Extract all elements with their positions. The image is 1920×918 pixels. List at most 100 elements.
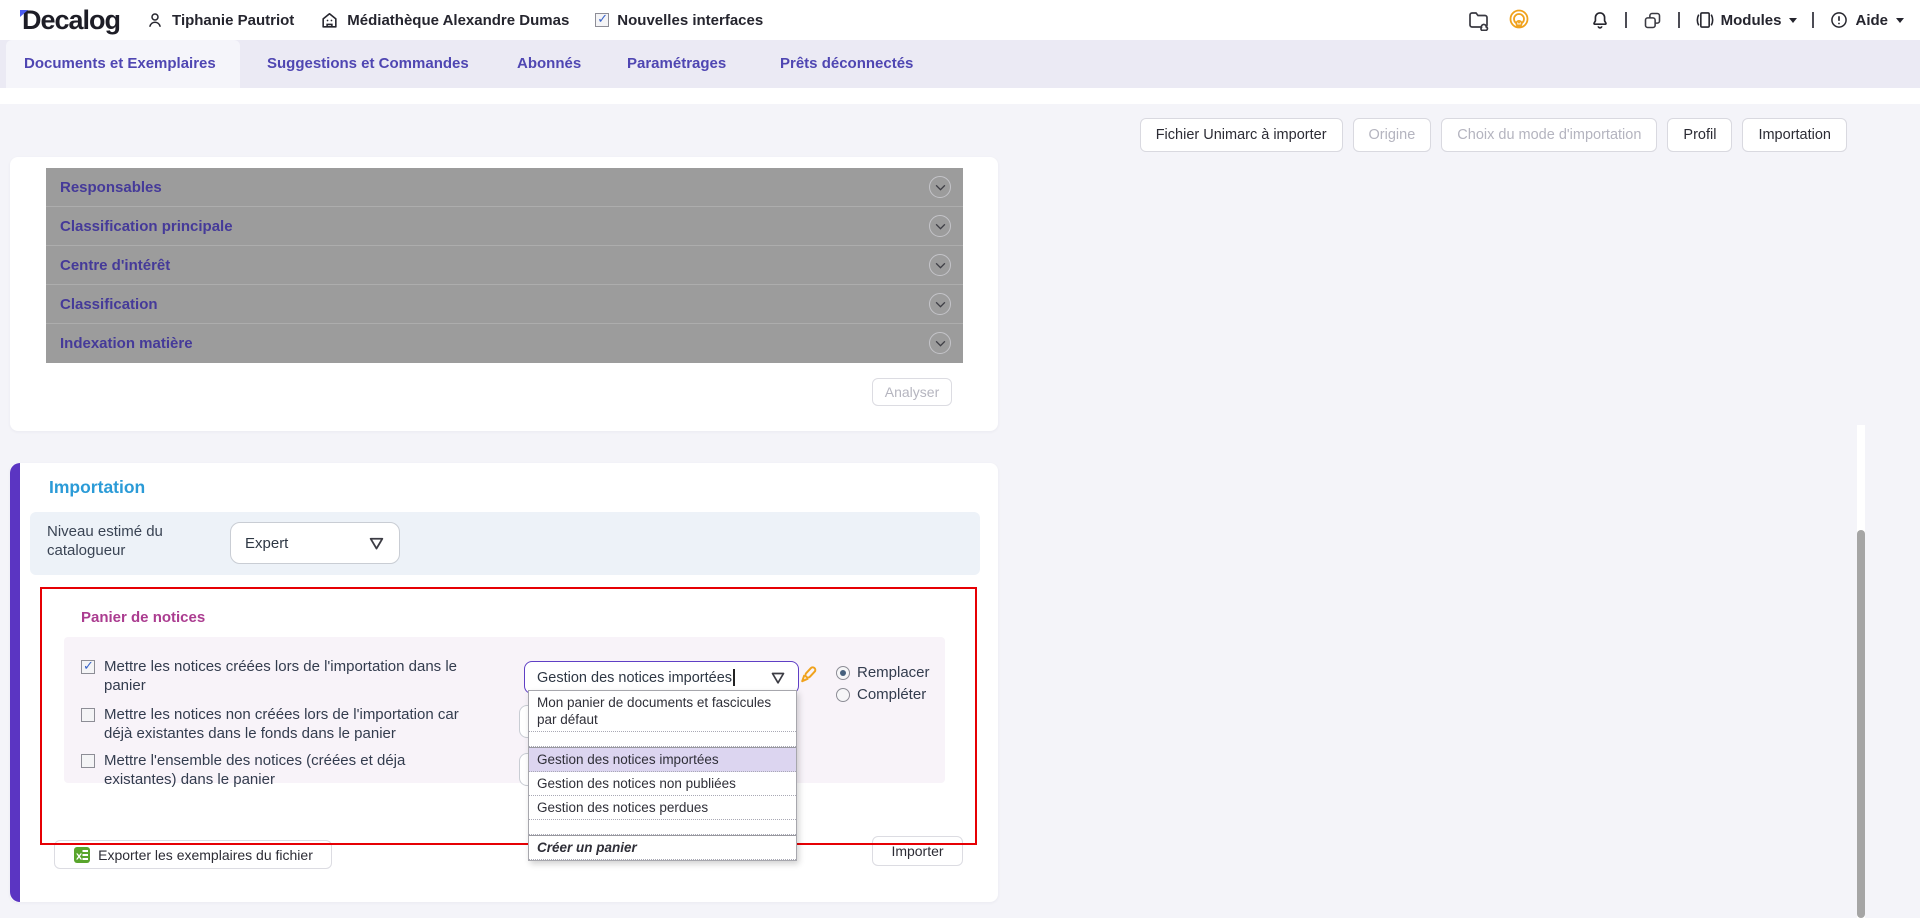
completer-radio[interactable] [836,688,850,702]
panier-dropdown-list: Mon panier de documents et fascicules pa… [528,690,797,861]
dropdown-option-gestion-non-publiees[interactable]: Gestion des notices non publiées [529,772,796,796]
separator [1625,12,1627,28]
excel-icon: x [73,846,91,864]
current-user[interactable]: Tiphanie Pautriot [146,11,294,29]
text-cursor [733,669,735,686]
modules-menu[interactable]: Modules [1695,10,1798,30]
tabbar-bottom-band [0,88,1920,104]
folder-cloud-icon[interactable] [1467,9,1491,31]
step-choix-mode-button: Choix du mode d'importation [1441,118,1657,152]
chevron-down-circle-icon[interactable] [929,215,951,237]
analyser-button: Analyser [872,378,952,406]
accordion-indexation-matiere[interactable]: Indexation matière [46,324,963,363]
cataloguer-level-value: Expert [245,535,288,552]
current-library[interactable]: Médiathèque Alexandre Dumas [320,11,569,30]
importer-button[interactable]: Importer [872,836,963,866]
edit-pencil-icon[interactable] [796,663,820,687]
remplacer-radio[interactable] [836,666,850,680]
top-bar: Decalog Tiphanie Pautriot Médiathèque Al… [0,0,1920,40]
checkbox-row-notices-creees[interactable]: Mettre les notices créées lors de l'impo… [81,658,476,695]
tab-suggestions-et-commandes[interactable]: Suggestions et Commandes [267,40,469,88]
accordion-responsables[interactable]: Responsables [46,168,963,207]
checkbox-row-notices-non-creees[interactable]: Mettre les notices non créées lors de l'… [81,706,476,743]
new-interfaces-checkbox[interactable] [595,13,609,27]
step-profil-button[interactable]: Profil [1667,118,1732,152]
importation-card: Importation Niveau estimé du catalogueur… [10,463,998,902]
triangle-down-icon [368,536,385,551]
analysis-card: Responsables Classification principale C… [10,157,998,431]
export-button-label: Exporter les exemplaires du fichier [98,847,313,863]
library-name: Médiathèque Alexandre Dumas [347,12,569,29]
dropdown-option-gestion-perdues[interactable]: Gestion des notices perdues [529,796,796,820]
link-pages-icon[interactable] [1642,10,1663,31]
accordion-centre-interet[interactable]: Centre d'intérêt [46,246,963,285]
cataloguer-level-panel: Niveau estimé du catalogueur Expert [30,512,980,575]
accordion-label: Responsables [60,179,162,196]
panier-combo-value: Gestion des notices importées [537,670,732,686]
checkbox-label: Mettre les notices créées lors de l'impo… [104,658,476,695]
tab-documents-et-exemplaires[interactable]: Documents et Exemplaires [24,40,216,88]
decalog-logo[interactable]: Decalog [18,5,120,36]
separator [1812,12,1814,28]
dropdown-empty-row [529,732,796,747]
accordion-group-disabled: Responsables Classification principale C… [46,168,963,363]
user-icon [146,11,164,29]
import-wizard-steps: Fichier Unimarc à importer Origine Choix… [1140,118,1847,152]
modules-label: Modules [1721,12,1782,29]
main-tab-bar: Documents et Exemplaires Suggestions et … [0,40,1920,88]
importation-title: Importation [49,477,145,498]
dropdown-creer-un-panier[interactable]: Créer un panier [529,836,796,860]
radio-row-remplacer[interactable]: Remplacer [836,664,930,681]
cataloguer-level-select[interactable]: Expert [230,522,400,564]
broadcast-icon[interactable] [1506,7,1532,33]
cataloguer-level-label: Niveau estimé du catalogueur [47,522,187,560]
dropdown-empty-row [529,820,796,835]
checkbox-row-ensemble-notices[interactable]: Mettre l'ensemble des notices (créées et… [81,752,476,789]
tab-prets-deconnectes[interactable]: Prêts déconnectés [780,40,913,88]
checkbox-label: Mettre les notices non créées lors de l'… [104,706,476,743]
radio-label: Remplacer [857,664,930,681]
chevron-down-icon [1789,18,1797,23]
tab-abonnes[interactable]: Abonnés [517,40,581,88]
exporter-exemplaires-button[interactable]: x Exporter les exemplaires du fichier [54,840,332,869]
separator [1678,12,1680,28]
step-origine-button: Origine [1353,118,1432,152]
accordion-classification[interactable]: Classification [46,285,963,324]
triangle-down-icon[interactable] [770,671,786,685]
ensemble-notices-checkbox[interactable] [81,754,95,768]
chevron-down-circle-icon[interactable] [929,254,951,276]
chevron-down-circle-icon[interactable] [929,332,951,354]
accordion-label: Classification [60,296,158,313]
new-interfaces-toggle[interactable]: Nouvelles interfaces [595,12,763,29]
step-fichier-unimarc-button[interactable]: Fichier Unimarc à importer [1140,118,1343,152]
radio-row-completer[interactable]: Compléter [836,686,926,703]
modules-icon [1695,10,1715,30]
notices-non-creees-checkbox[interactable] [81,708,95,722]
decalog-app: Decalog Tiphanie Pautriot Médiathèque Al… [0,0,1920,918]
radio-label: Compléter [857,686,926,703]
accordion-classification-principale[interactable]: Classification principale [46,207,963,246]
panier-de-notices-title: Panier de notices [81,609,205,626]
new-interfaces-label: Nouvelles interfaces [617,12,763,29]
svg-text:x: x [76,850,83,862]
chevron-down-icon [1896,18,1904,23]
dropdown-option-gestion-importees[interactable]: Gestion des notices importées [529,748,796,772]
step-importation-button[interactable]: Importation [1742,118,1847,152]
aide-menu[interactable]: Aide [1829,10,1904,30]
dropdown-option-default[interactable]: Mon panier de documents et fascicules pa… [529,691,796,732]
checkbox-label: Mettre l'ensemble des notices (créées et… [104,752,476,789]
accordion-label: Centre d'intérêt [60,257,170,274]
tab-parametrages[interactable]: Paramétrages [627,40,726,88]
chevron-down-circle-icon[interactable] [929,293,951,315]
help-icon [1829,10,1849,30]
notifications-bell-icon[interactable] [1590,9,1610,31]
notices-creees-checkbox[interactable] [81,660,95,674]
chevron-down-circle-icon[interactable] [929,176,951,198]
logo-text: Decalog [22,5,120,35]
scrollbar-thumb[interactable] [1857,530,1865,918]
logo-accent-icon [20,10,28,17]
library-icon [320,11,339,30]
aide-label: Aide [1855,12,1888,29]
user-name: Tiphanie Pautriot [172,12,294,29]
accordion-label: Indexation matière [60,335,193,352]
